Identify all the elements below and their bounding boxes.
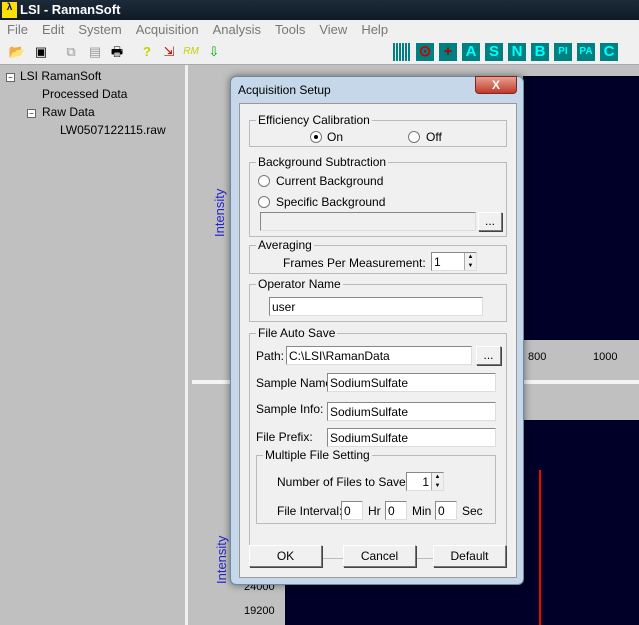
- efficiency-on-radio[interactable]: [310, 131, 322, 143]
- path-label: Path:: [256, 349, 285, 363]
- tool-pi-button[interactable]: PI: [554, 43, 572, 61]
- rm-icon[interactable]: RM: [182, 43, 200, 61]
- tool-n-button[interactable]: N: [508, 43, 526, 61]
- group-label: Operator Name: [258, 277, 341, 291]
- x-tick-label: 800: [528, 351, 547, 363]
- data-tree: − LSI RamanSoft Processed Data − Raw Dat…: [0, 65, 188, 625]
- tree-item-processed[interactable]: Processed Data: [42, 87, 127, 101]
- num-files-value: 1: [422, 475, 429, 489]
- group-label: Background Subtraction: [258, 155, 387, 169]
- spin-arrows-icon[interactable]: ▲ ▼: [464, 253, 476, 270]
- menu-view[interactable]: View: [312, 20, 354, 40]
- num-files-label: Number of Files to Save:: [277, 475, 410, 489]
- menu-system[interactable]: System: [71, 20, 128, 40]
- spectrum-line: [539, 470, 541, 625]
- group-label: Averaging: [258, 238, 312, 252]
- specific-background-radio[interactable]: [258, 196, 270, 208]
- spin-arrows-icon[interactable]: ▲ ▼: [431, 473, 443, 490]
- x-tick-label: 1000: [593, 351, 618, 363]
- menu-file[interactable]: File: [0, 20, 35, 40]
- group-label: Efficiency Calibration: [258, 113, 370, 127]
- title-bar: λ LSI - RamanSoft: [0, 0, 639, 20]
- tool-b-button[interactable]: B: [531, 43, 549, 61]
- copy-icon[interactable]: ⧉: [62, 43, 80, 61]
- y-tick-label: 19200: [244, 605, 275, 617]
- off-label: Off: [426, 130, 442, 144]
- tool-c-button[interactable]: C: [600, 43, 618, 61]
- window-title: LSI - RamanSoft: [20, 2, 121, 17]
- sample-name-label: Sample Name:: [256, 376, 336, 390]
- frames-stepper[interactable]: 1 ▲ ▼: [431, 252, 477, 271]
- interval-hr-input[interactable]: 0: [341, 501, 363, 520]
- background-browse-button[interactable]: ...: [478, 212, 502, 231]
- menu-edit[interactable]: Edit: [35, 20, 71, 40]
- cancel-button[interactable]: Cancel: [343, 545, 416, 567]
- on-label: On: [327, 130, 344, 144]
- hr-label: Hr: [368, 504, 381, 518]
- current-background-label: Current Background: [276, 174, 384, 188]
- menu-tools[interactable]: Tools: [268, 20, 312, 40]
- ok-button[interactable]: OK: [249, 545, 322, 567]
- print-icon[interactable]: 🖶: [108, 43, 126, 61]
- help-icon[interactable]: ?: [138, 43, 156, 61]
- paste-icon[interactable]: ▤: [86, 43, 104, 61]
- save-icon[interactable]: ▣: [32, 43, 50, 61]
- collapse-icon[interactable]: −: [27, 109, 36, 118]
- path-browse-button[interactable]: ...: [476, 346, 501, 365]
- zoom-icon[interactable]: ⊙: [416, 43, 434, 61]
- interval-sec-input[interactable]: 0: [435, 501, 457, 520]
- file-prefix-label: File Prefix:: [256, 430, 313, 444]
- tree-item-file[interactable]: LW0507122115.raw: [60, 123, 166, 137]
- tool-pa-button[interactable]: PA: [577, 43, 595, 61]
- upper-plot-area[interactable]: [523, 76, 639, 340]
- frames-value: 1: [434, 255, 441, 269]
- crosshair-icon[interactable]: +: [439, 43, 457, 61]
- specific-background-label: Specific Background: [276, 195, 386, 209]
- y-axis-label: Intensity: [214, 535, 229, 584]
- menu-help[interactable]: Help: [354, 20, 395, 40]
- operator-name-input[interactable]: user: [269, 297, 483, 316]
- menu-analysis[interactable]: Analysis: [206, 20, 268, 40]
- acquire-icon[interactable]: ⇲: [160, 43, 178, 61]
- path-input[interactable]: C:\LSI\RamanData: [286, 346, 472, 365]
- download-icon[interactable]: ⇩: [205, 43, 223, 61]
- acquisition-setup-dialog: Acquisition Setup X Efficiency Calibrati…: [230, 76, 524, 585]
- lsi-logo-icon: λ: [2, 2, 17, 18]
- tool-s-button[interactable]: S: [485, 43, 503, 61]
- tree-item-raw[interactable]: Raw Data: [42, 105, 95, 119]
- sample-info-input[interactable]: SodiumSulfate: [327, 402, 496, 421]
- min-label: Min: [412, 504, 432, 518]
- current-background-radio[interactable]: [258, 175, 270, 187]
- tree-item-root[interactable]: LSI RamanSoft: [20, 69, 101, 83]
- collapse-icon[interactable]: −: [6, 73, 15, 82]
- sample-name-input[interactable]: SodiumSulfate: [327, 373, 496, 392]
- group-label: File Auto Save: [258, 326, 336, 340]
- open-folder-icon[interactable]: 📂: [8, 43, 26, 61]
- sec-label: Sec: [462, 504, 483, 518]
- efficiency-group: Efficiency Calibration: [249, 113, 507, 147]
- y-axis-label: Intensity: [212, 188, 227, 237]
- default-button[interactable]: Default: [433, 545, 506, 567]
- efficiency-off-radio[interactable]: [408, 131, 420, 143]
- sample-info-label: Sample Info:: [256, 402, 324, 416]
- close-button[interactable]: X: [475, 76, 517, 94]
- menu-acquisition[interactable]: Acquisition: [129, 20, 206, 40]
- file-prefix-input[interactable]: SodiumSulfate: [327, 428, 496, 447]
- interval-min-input[interactable]: 0: [385, 501, 407, 520]
- background-path-input[interactable]: [260, 212, 476, 231]
- file-interval-label: File Interval:: [277, 504, 343, 518]
- group-label: Multiple File Setting: [265, 448, 370, 462]
- menu-bar: File Edit System Acquisition Analysis To…: [0, 20, 639, 40]
- dialog-title: Acquisition Setup: [238, 83, 331, 97]
- num-files-stepper[interactable]: 1 ▲ ▼: [406, 472, 444, 491]
- toolbar: 📂 ▣ ⧉ ▤ 🖶 ? ⇲ RM ⇩ ⊙ + A S N B PI PA C: [0, 40, 639, 65]
- frames-label: Frames Per Measurement:: [283, 256, 426, 270]
- grid-icon[interactable]: [393, 43, 411, 61]
- tool-a-button[interactable]: A: [462, 43, 480, 61]
- dialog-body: Efficiency Calibration On Off Background…: [239, 103, 517, 578]
